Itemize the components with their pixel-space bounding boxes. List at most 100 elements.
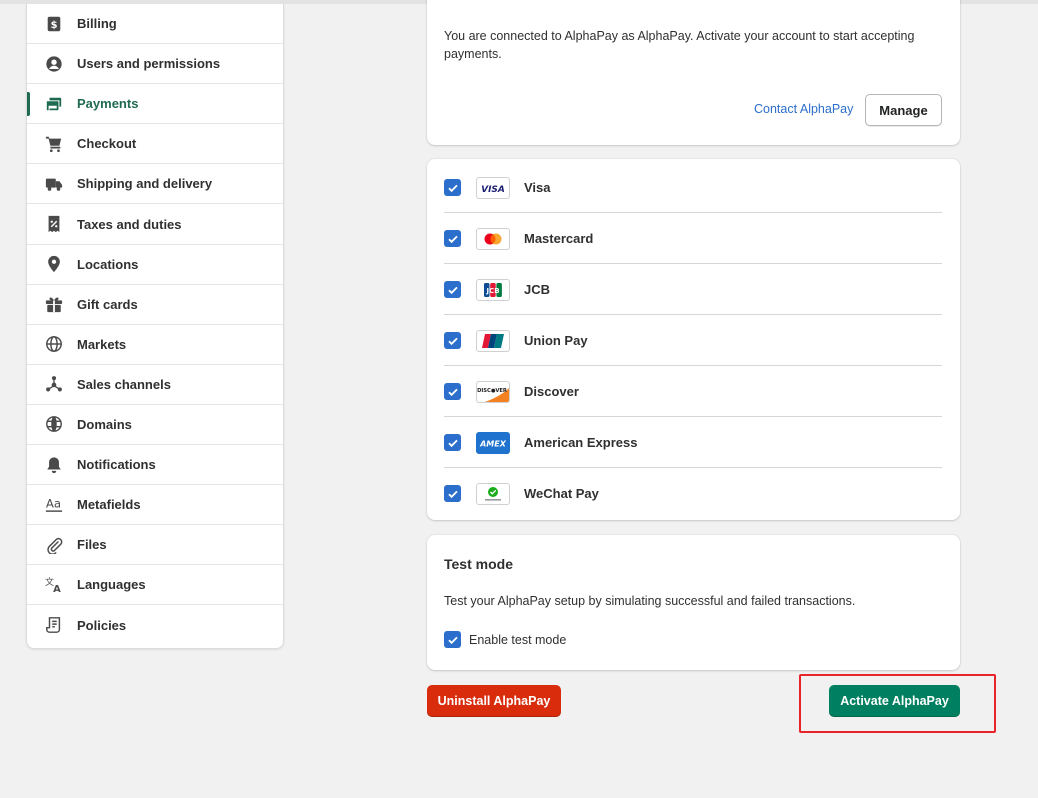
sidebar-item-label: Gift cards bbox=[77, 296, 138, 312]
enable-test-mode-label: Enable test mode bbox=[469, 632, 567, 647]
sidebar-item-label: Metafields bbox=[77, 497, 141, 513]
sidebar-item-checkout[interactable]: Checkout bbox=[27, 124, 283, 165]
checkmark-icon bbox=[447, 286, 458, 294]
sidebar-item-label: Policies bbox=[77, 617, 127, 633]
payment-method-visa: VISA Visa bbox=[444, 162, 942, 213]
discover-logo: DISC●VER bbox=[476, 380, 510, 403]
sidebar-item-locations[interactable]: Locations bbox=[27, 245, 283, 285]
sidebar-item-shipping-and-delivery[interactable]: Shipping and delivery bbox=[27, 164, 283, 205]
payment-method-jcb: JCB JCB bbox=[444, 264, 942, 315]
svg-text:VISA: VISA bbox=[481, 185, 505, 194]
payment-method-name: Visa bbox=[524, 180, 551, 195]
svg-text:DISC●VER: DISC●VER bbox=[477, 388, 507, 394]
method-checkbox[interactable] bbox=[444, 434, 461, 451]
payment-method-american-express: AMEX American Express bbox=[444, 417, 942, 468]
jcb-logo: JCB bbox=[476, 278, 510, 301]
method-checkbox[interactable] bbox=[444, 485, 461, 502]
amex-logo: AMEX bbox=[476, 431, 510, 454]
globe-icon bbox=[44, 334, 64, 354]
test-mode-description: Test your AlphaPay setup by simulating s… bbox=[444, 594, 856, 608]
sidebar-item-label: Shipping and delivery bbox=[77, 176, 213, 192]
sidebar-item-gift-cards[interactable]: Gift cards bbox=[27, 285, 283, 325]
test-mode-title: Test mode bbox=[444, 556, 513, 572]
visa-logo: VISA bbox=[476, 176, 510, 199]
sidebar-item-domains[interactable]: Domains bbox=[27, 405, 283, 446]
translate-icon: 文A bbox=[44, 575, 64, 595]
method-checkbox[interactable] bbox=[444, 179, 461, 196]
sidebar-item-payments[interactable]: Payments bbox=[27, 84, 283, 125]
sidebar-item-metafields[interactable]: Aa Metafields bbox=[27, 485, 283, 526]
payment-card-icon bbox=[44, 94, 64, 114]
payment-method-wechat-pay: WeChat Pay bbox=[444, 468, 942, 519]
checkmark-icon bbox=[447, 388, 458, 396]
web-globe-icon bbox=[44, 414, 64, 434]
sidebar-item-notifications[interactable]: Notifications bbox=[27, 445, 283, 486]
bell-icon bbox=[44, 455, 64, 475]
checkmark-icon bbox=[447, 337, 458, 345]
truck-icon bbox=[44, 174, 64, 194]
payment-method-name: Union Pay bbox=[524, 333, 588, 348]
sidebar-item-label: Sales channels bbox=[77, 376, 171, 392]
sidebar-item-taxes-and-duties[interactable]: Taxes and duties bbox=[27, 204, 283, 245]
sidebar-item-label: Notifications bbox=[77, 457, 156, 473]
sidebar-item-label: Users and permissions bbox=[77, 56, 221, 72]
payment-method-name: JCB bbox=[524, 282, 551, 297]
sidebar-item-files[interactable]: Files bbox=[27, 525, 283, 566]
payment-method-name: Mastercard bbox=[524, 231, 594, 246]
sidebar-item-label: Files bbox=[77, 537, 107, 553]
svg-text:Aa: Aa bbox=[46, 496, 61, 510]
payment-methods-card: VISA Visa Mastercard JCB JCB Union Pay D… bbox=[427, 159, 960, 520]
sidebar-item-billing[interactable]: $ Billing bbox=[27, 4, 283, 45]
sidebar-item-label: Languages bbox=[77, 577, 146, 593]
svg-text:AMEX: AMEX bbox=[479, 439, 507, 448]
checkmark-icon bbox=[447, 439, 458, 447]
uninstall-provider-button[interactable]: Uninstall AlphaPay bbox=[427, 685, 561, 717]
sidebar-item-users-and-permissions[interactable]: Users and permissions bbox=[27, 44, 283, 85]
text-aa-icon: Aa bbox=[44, 495, 64, 515]
connection-status-text: You are connected to AlphaPay as AlphaPa… bbox=[444, 29, 915, 61]
unionpay-logo bbox=[476, 329, 510, 352]
sidebar-item-label: Checkout bbox=[77, 136, 137, 152]
payment-method-mastercard: Mastercard bbox=[444, 213, 942, 264]
sidebar-item-label: Taxes and duties bbox=[77, 216, 182, 232]
checkmark-icon bbox=[447, 184, 458, 192]
payment-method-discover: DISC●VER Discover bbox=[444, 366, 942, 417]
sidebar-item-markets[interactable]: Markets bbox=[27, 325, 283, 365]
sidebar-item-label: Locations bbox=[77, 256, 139, 272]
settings-sidebar: $ Billing Users and permissions Payments… bbox=[26, 4, 284, 649]
receipt-percent-icon bbox=[44, 214, 64, 234]
checkmark-icon bbox=[447, 636, 458, 644]
provider-connection-card: You are connected to AlphaPay as AlphaPa… bbox=[427, 0, 960, 145]
contact-provider-link[interactable]: Contact AlphaPay bbox=[754, 102, 853, 116]
sidebar-item-label: Markets bbox=[77, 336, 127, 352]
location-pin-icon bbox=[44, 254, 64, 274]
mastercard-logo bbox=[476, 227, 510, 250]
method-checkbox[interactable] bbox=[444, 332, 461, 349]
svg-text:$: $ bbox=[51, 20, 58, 31]
wechat-pay-logo bbox=[476, 482, 510, 505]
highlight-annotation-box bbox=[799, 674, 996, 733]
payment-method-name: Discover bbox=[524, 384, 579, 399]
sidebar-item-label: Billing bbox=[77, 16, 117, 32]
checkmark-icon bbox=[447, 235, 458, 243]
gift-icon bbox=[44, 294, 64, 314]
sidebar-item-languages[interactable]: 文A Languages bbox=[27, 565, 283, 606]
sidebar-item-label: Domains bbox=[77, 416, 132, 432]
method-checkbox[interactable] bbox=[444, 383, 461, 400]
method-checkbox[interactable] bbox=[444, 281, 461, 298]
method-checkbox[interactable] bbox=[444, 230, 461, 247]
payment-method-name: WeChat Pay bbox=[524, 486, 599, 501]
enable-test-mode-option[interactable]: Enable test mode bbox=[444, 631, 566, 648]
cart-icon bbox=[44, 134, 64, 154]
enable-test-mode-checkbox[interactable] bbox=[444, 631, 461, 648]
user-icon bbox=[44, 54, 64, 74]
sidebar-item-sales-channels[interactable]: Sales channels bbox=[27, 365, 283, 405]
payment-method-union-pay: Union Pay bbox=[444, 315, 942, 366]
channels-icon bbox=[44, 374, 64, 394]
svg-text:A: A bbox=[53, 584, 61, 594]
test-mode-card: Test mode Test your AlphaPay setup by si… bbox=[427, 535, 960, 670]
manage-button[interactable]: Manage bbox=[865, 94, 942, 126]
checkmark-icon bbox=[447, 490, 458, 498]
sidebar-item-policies[interactable]: Policies bbox=[27, 605, 283, 645]
payment-method-name: American Express bbox=[524, 435, 638, 450]
